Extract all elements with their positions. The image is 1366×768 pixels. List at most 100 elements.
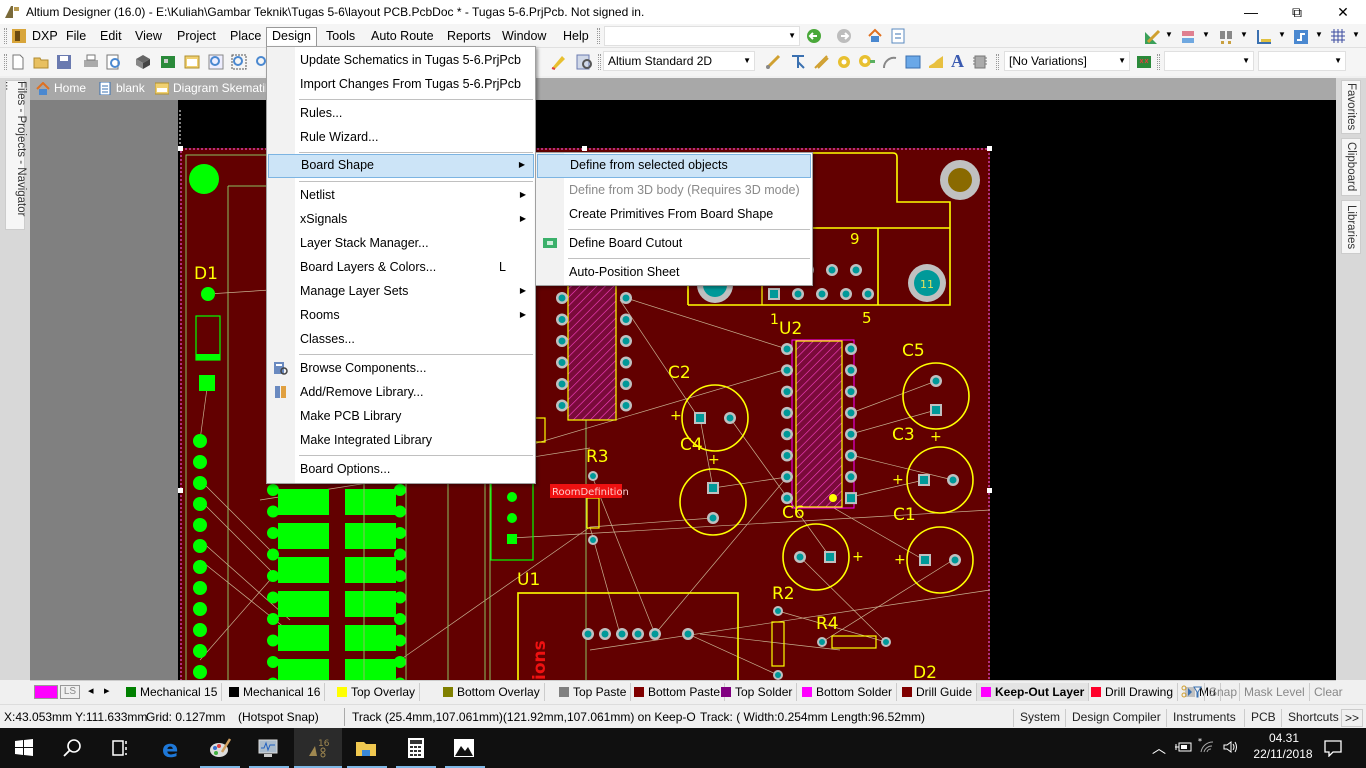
smd-pad[interactable]: [345, 659, 396, 680]
menu-item-import-changes[interactable]: Import Changes From Tugas 5-6.PrjPcb: [268, 73, 534, 96]
find-icon[interactable]: [1218, 28, 1234, 46]
menu-item-make-integrated-library[interactable]: Make Integrated Library: [268, 429, 534, 452]
menu-item-manage-layer-sets[interactable]: Manage Layer Sets ▶: [268, 280, 534, 303]
menu-item-auto-position-sheet[interactable]: Auto-Position Sheet: [537, 261, 811, 284]
menu-help[interactable]: Help: [557, 27, 595, 46]
menu-item-layer-stack-manager[interactable]: Layer Stack Manager...: [268, 232, 534, 255]
pad[interactable]: [267, 613, 279, 625]
pad[interactable]: [193, 602, 207, 616]
layer-tab-drill-drawing[interactable]: Drill Drawing: [1087, 683, 1179, 701]
string-icon[interactable]: A: [951, 51, 964, 72]
room-icon[interactable]: [1293, 28, 1309, 46]
layer-tab-bottom-solder[interactable]: Bottom Solder: [798, 683, 898, 701]
file-explorer-icon[interactable]: [354, 736, 378, 760]
files-projects-navigator-tab[interactable]: Files - Projects - Navigator ...: [3, 80, 27, 230]
zoom-icon[interactable]: [254, 54, 266, 70]
menu-tools[interactable]: Tools: [320, 27, 361, 46]
panel-design-compiler-button[interactable]: Design Compiler: [1065, 709, 1167, 727]
pad[interactable]: [267, 570, 279, 582]
pad[interactable]: [193, 560, 207, 574]
3d-view-icon[interactable]: [135, 54, 151, 70]
panel-shortcuts-button[interactable]: Shortcuts: [1281, 709, 1345, 727]
menu-item-netlist[interactable]: Netlist ▶: [268, 184, 534, 207]
selection-handle[interactable]: [987, 146, 992, 151]
polygon-pour-icon[interactable]: [928, 54, 944, 70]
board-view-icon[interactable]: [160, 54, 176, 70]
smd-pad[interactable]: [278, 557, 329, 583]
selection-handle[interactable]: [178, 146, 183, 151]
smd-pad[interactable]: [278, 591, 329, 617]
layer-tab-keep-out-layer[interactable]: Keep-Out Layer: [977, 683, 1090, 701]
menu-reports[interactable]: Reports: [441, 27, 497, 46]
tab-home[interactable]: Home: [36, 81, 86, 95]
menu-project[interactable]: Project: [171, 27, 222, 46]
smd-pad[interactable]: [278, 659, 329, 680]
menu-item-create-primitives[interactable]: Create Primitives From Board Shape: [537, 203, 811, 226]
layer-tab-top-solder[interactable]: Top Solder: [717, 683, 798, 701]
current-layer-color[interactable]: [34, 685, 58, 699]
navigation-combo[interactable]: ▼: [604, 26, 800, 46]
edit-icon[interactable]: [550, 54, 566, 70]
scroll-right-icon[interactable]: ▸: [104, 684, 110, 697]
paint-icon[interactable]: [208, 736, 232, 760]
smd-pad[interactable]: [278, 489, 329, 515]
toolbar-combo-2[interactable]: ▼: [1258, 51, 1346, 71]
task-view-icon[interactable]: [108, 736, 132, 760]
menu-dxp[interactable]: DXP: [26, 27, 64, 46]
menu-file[interactable]: File: [60, 27, 92, 46]
window-icon[interactable]: [184, 54, 200, 70]
layer-tab-top-paste[interactable]: Top Paste: [555, 683, 632, 701]
smd-pad[interactable]: [345, 489, 396, 515]
pad[interactable]: [267, 484, 279, 496]
menu-item-rule-wizard[interactable]: Rule Wizard...: [268, 126, 534, 149]
fill-icon[interactable]: [905, 54, 921, 70]
menu-item-define-board-cutout[interactable]: Define Board Cutout: [537, 232, 811, 255]
search-icon[interactable]: [60, 736, 84, 760]
show-hidden-icons-chevron-icon[interactable]: ︿: [1152, 738, 1166, 758]
smd-pad[interactable]: [345, 625, 396, 651]
measure-icon[interactable]: [1255, 28, 1273, 46]
chevron-down-icon[interactable]: ▼: [1278, 30, 1286, 39]
menu-item-add-remove-library[interactable]: Add/Remove Library...: [268, 381, 534, 404]
menu-design[interactable]: Design: [266, 27, 317, 48]
pad[interactable]: [199, 375, 215, 391]
chevron-down-icon[interactable]: ▼: [1202, 30, 1210, 39]
calculator-icon[interactable]: [404, 736, 428, 760]
selection-handle[interactable]: [582, 146, 587, 151]
component-search-icon[interactable]: [576, 54, 594, 70]
menu-item-xsignals[interactable]: xSignals ▶: [268, 208, 534, 231]
smd-pad[interactable]: [345, 557, 396, 583]
smd-pad[interactable]: [345, 523, 396, 549]
resource-monitor-icon[interactable]: [256, 736, 280, 760]
pad-icon[interactable]: [837, 54, 851, 70]
chevron-down-icon[interactable]: ▼: [1240, 30, 1248, 39]
pad[interactable]: [507, 513, 517, 523]
toolbar-grip[interactable]: [597, 28, 600, 44]
component-icon[interactable]: [972, 54, 988, 70]
battery-icon[interactable]: [1174, 740, 1192, 754]
pad[interactable]: [267, 591, 279, 604]
pad[interactable]: [507, 534, 517, 544]
toolbar-grip[interactable]: [4, 54, 7, 70]
wifi-icon[interactable]: *: [1198, 738, 1216, 754]
pad[interactable]: [507, 492, 517, 502]
volume-icon[interactable]: [1222, 739, 1238, 755]
layer-filter-icon[interactable]: [1180, 684, 1202, 700]
clear-button[interactable]: Clear: [1309, 683, 1347, 701]
mounting-pad[interactable]: [189, 164, 219, 194]
forward-icon[interactable]: [836, 28, 852, 44]
pad[interactable]: [193, 644, 207, 658]
pad[interactable]: [193, 455, 207, 469]
layer-tab-top-overlay[interactable]: Top Overlay: [333, 683, 421, 701]
clock-time[interactable]: 04.31: [1264, 731, 1304, 745]
pad[interactable]: [193, 665, 207, 679]
chevron-down-icon[interactable]: ▼: [1165, 30, 1173, 39]
menu-view[interactable]: View: [129, 27, 168, 46]
clipboard-tab[interactable]: Clipboard: [1341, 138, 1361, 196]
new-document-icon[interactable]: [11, 54, 25, 70]
diff-pair-routing-icon[interactable]: [790, 54, 806, 70]
menu-item-rules[interactable]: Rules...: [268, 102, 534, 125]
toolbar-grip[interactable]: [996, 54, 999, 70]
smd-pad[interactable]: [345, 591, 396, 617]
chevron-down-icon[interactable]: ▼: [1352, 30, 1360, 39]
